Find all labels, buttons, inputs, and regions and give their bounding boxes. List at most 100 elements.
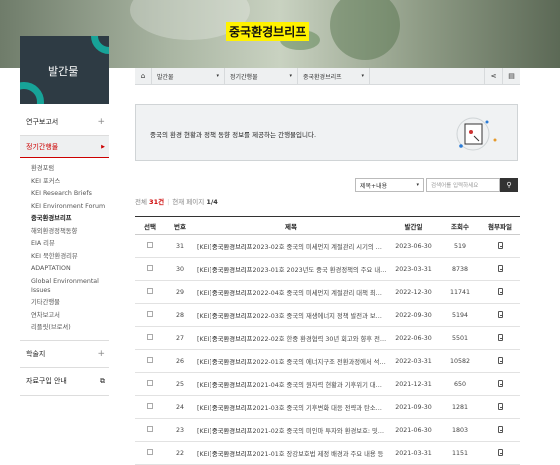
row-date: 2021-09-30 [387,395,440,419]
row-title-link[interactable]: [KEI]중국환경브리프2022-02호 한중 환경협력 30년 회고와 향후 … [195,326,387,350]
row-date: 2022-12-30 [387,280,440,304]
header-number: 번호 [165,216,195,235]
row-checkbox[interactable] [147,357,153,363]
row-title-link[interactable]: [KEI]중국환경브리프2022-01호 중국의 에너지구조 전환과정에서 석탄… [195,349,387,373]
sidebar-subitem[interactable]: 기타간행물 [31,298,109,307]
row-views: 5194 [440,303,480,327]
file-icon[interactable] [497,241,503,249]
share-icon[interactable]: ⋖ [484,67,502,85]
row-date: 2021-03-31 [387,441,440,465]
row-number: 22 [165,441,195,465]
publication-illustration-icon [456,117,497,151]
search-button[interactable]: ⚲ [500,178,518,192]
file-icon[interactable] [497,402,503,410]
sidebar-subitem[interactable]: 리플릿(브로셔) [31,323,109,332]
sidebar-subitem[interactable]: Issues [31,286,109,295]
row-checkbox[interactable] [147,334,153,340]
row-title-link[interactable]: [KEI]중국환경브리프2021-01호 장강보호법 제정 배경과 주요 내용 … [195,441,387,465]
file-icon[interactable] [497,379,503,387]
row-views: 650 [440,372,480,396]
row-views: 8738 [440,257,480,281]
chevron-down-icon: ▾ [361,73,364,79]
file-icon[interactable] [497,310,503,318]
table-row: 22 [KEI]중국환경브리프2021-01호 장강보호법 제정 배경과 주요 내… [135,441,520,465]
section-badge: 발간물 [20,36,109,104]
search-input[interactable]: 검색어를 입력하세요 [426,178,500,192]
row-number: 23 [165,418,195,442]
row-date: 2022-06-30 [387,326,440,350]
sidebar-subitem[interactable]: 환경포럼 [31,164,109,173]
row-views: 519 [440,234,480,258]
row-title-link[interactable]: [KEI]중국환경브리프2021-03호 중국의 기후변화 대응 전략과 탄소중… [195,395,387,419]
row-views: 1803 [440,418,480,442]
row-title-link[interactable]: [KEI]중국환경브리프2021-02호 중국의 미인마 투자와 환경보호: 밋… [195,418,387,442]
file-icon[interactable] [497,448,503,456]
sidebar-item-reports[interactable]: 연구보고서 + [20,108,109,136]
row-title-link[interactable]: [KEI]중국환경브리프2022-04호 중국의 미세먼지 계절관리 대책 최근… [195,280,387,304]
row-title-link[interactable]: [KEI]중국환경브리프2021-04호 중국의 원자력 현황과 기후위기 대응… [195,372,387,396]
table-row: 26 [KEI]중국환경브리프2022-01호 중국의 에너지구조 전환과정에서 … [135,349,520,373]
breadcrumb-level2[interactable]: 정기간행물 ▾ [225,67,298,85]
row-number: 31 [165,234,195,258]
home-icon[interactable]: ⌂ [135,67,152,85]
row-views: 1151 [440,441,480,465]
row-title-link[interactable]: [KEI]중국환경브리프2023-02호 중국의 미세먼지 계절관리 시기의 대… [195,234,387,258]
row-views: 11741 [440,280,480,304]
sidebar-subitem[interactable]: 연차보고서 [31,311,109,320]
row-title-link[interactable]: [KEI]중국환경브리프2022-03호 중국의 재생에너지 정책 발전과 보급… [195,303,387,327]
row-checkbox[interactable] [147,403,153,409]
breadcrumb-level3[interactable]: 중국환경브리프 ▾ [298,67,370,85]
file-icon[interactable] [497,287,503,295]
badge-label: 발간물 [48,65,79,78]
row-checkbox[interactable] [147,288,153,294]
row-views: 10582 [440,349,480,373]
sidebar-item-journal[interactable]: 학술지 + [20,339,109,368]
row-number: 27 [165,326,195,350]
print-icon[interactable]: ▤ [502,67,520,85]
search-field-select[interactable]: 제목+내용 ▾ [355,178,424,192]
breadcrumb-level1[interactable]: 발간물 ▾ [152,67,225,85]
plus-icon: + [97,116,105,127]
row-checkbox[interactable] [147,242,153,248]
row-views: 1281 [440,395,480,419]
result-count: 전체 31건 | 현재 페이지 1/4 [135,198,218,206]
sidebar-subitem-selected[interactable]: 중국환경브리프 [31,214,109,223]
row-title-link[interactable]: [KEI]중국환경브리프2023-01호 2023년도 중국 환경정책의 주요 … [195,257,387,281]
sidebar-subitem[interactable]: EIA 리뷰 [31,239,109,248]
table-row: 31 [KEI]중국환경브리프2023-02호 중국의 미세먼지 계절관리 시기의… [135,234,520,258]
sidebar-subitem[interactable]: Global Environmental [31,277,109,286]
row-checkbox[interactable] [147,426,153,432]
triangle-right-icon: ▶ [101,143,105,150]
header-date: 발간일 [387,216,440,235]
sidebar-subitem[interactable]: KEI 북한환경리뷰 [31,252,109,261]
table-row: 27 [KEI]중국환경브리프2022-02호 한중 환경협력 30년 회고와 향… [135,326,520,350]
file-icon[interactable] [497,333,503,341]
page-title: 중국환경브리프 [226,22,310,41]
row-date: 2022-09-30 [387,303,440,327]
row-checkbox[interactable] [147,380,153,386]
row-checkbox[interactable] [147,265,153,271]
table-row: 29 [KEI]중국환경브리프2022-04호 중국의 미세먼지 계절관리 대책 … [135,280,520,304]
sidebar-item-purchase[interactable]: 자료구입 안내 ⧉ [20,368,109,396]
sidebar-subitem[interactable]: ADAPTATION [31,264,109,273]
row-date: 2021-12-31 [387,372,440,396]
sidebar-subitem[interactable]: KEI Environment Forum [31,202,109,211]
chevron-down-icon: ▾ [216,73,219,79]
row-date: 2021-06-30 [387,418,440,442]
sidebar-subitem[interactable]: KEI 포커스 [31,177,109,186]
row-number: 28 [165,303,195,327]
publication-table: 선택 번호 제목 발간일 조회수 첨부파일 31 [KEI]중국환경브리프2023… [135,216,520,465]
sidebar-subitem[interactable]: 해외환경정책동향 [31,227,109,236]
row-checkbox[interactable] [147,311,153,317]
row-date: 2023-03-31 [387,257,440,281]
sidebar-subitem[interactable]: KEI Research Briefs [31,189,109,198]
file-icon[interactable] [497,264,503,272]
file-icon[interactable] [497,425,503,433]
file-icon[interactable] [497,356,503,364]
sidebar-item-periodicals[interactable]: 정기간행물 ▶ [20,136,109,158]
table-row: 24 [KEI]중국환경브리프2021-03호 중국의 기후변화 대응 전략과 탄… [135,395,520,419]
row-number: 30 [165,257,195,281]
header-select: 선택 [135,216,165,235]
row-checkbox[interactable] [147,449,153,455]
row-number: 25 [165,372,195,396]
